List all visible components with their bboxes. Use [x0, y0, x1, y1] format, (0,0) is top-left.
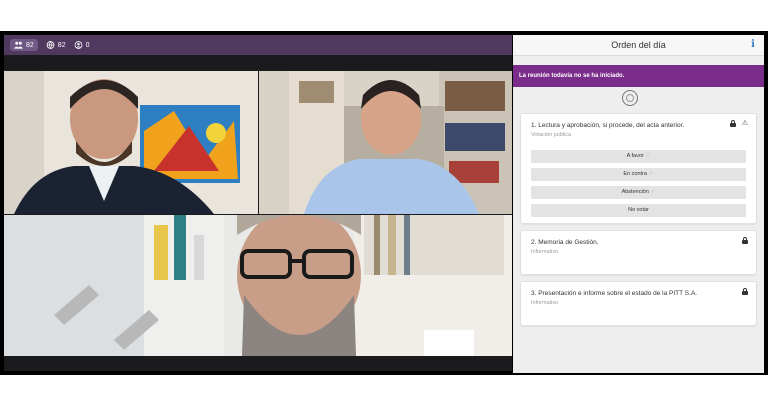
participants-counter[interactable]: 82	[10, 39, 38, 51]
agenda-item-3-icons	[742, 288, 748, 295]
agenda-item-1[interactable]: ⚠ 1. Lectura y aprobación, si procede, d…	[520, 113, 757, 224]
check-icon: ✓	[650, 189, 656, 195]
video-grid	[4, 71, 512, 371]
agenda-header: Orden del día i	[513, 35, 764, 56]
vote-in-favor-button[interactable]: A favor ✓	[531, 150, 746, 163]
globe-icon	[46, 41, 55, 49]
agenda-item-type: Informativo	[531, 249, 559, 255]
lock-icon	[729, 120, 736, 127]
vote-no-vote-button[interactable]: No votar	[531, 204, 746, 217]
video-area: 82 82 0	[4, 35, 512, 371]
warning-icon: ⚠	[741, 120, 748, 127]
organization-logo	[513, 87, 764, 109]
agenda-item-title: 3. Presentación e informe sobre el estad…	[531, 290, 698, 297]
meeting-topbar: 82 82 0	[4, 35, 512, 55]
check-icon: ✓	[645, 153, 651, 159]
vote-abstain-button[interactable]: Abstención ✓	[531, 186, 746, 199]
guests-count: 0	[85, 41, 90, 49]
meeting-status-banner: La reunión todavía no se ha iniciado.	[513, 65, 764, 87]
logo-seal-icon	[622, 90, 638, 106]
agenda-item-type: Informativo	[531, 300, 559, 306]
agenda-panel: Orden del día i La reunión todavía no se…	[513, 35, 764, 373]
vote-abstain-label: Abstención	[621, 189, 649, 195]
connected-counter[interactable]: 82	[46, 41, 66, 49]
vote-no-vote-label: No votar	[628, 207, 649, 213]
vote-against-label: En contra	[623, 171, 647, 177]
agenda-item-3[interactable]: 3. Presentación e informe sobre el estad…	[520, 281, 757, 326]
video-tile-participant-2[interactable]	[259, 71, 512, 214]
agenda-item-2[interactable]: 2. Memoria de Gestión. Informativo	[520, 230, 757, 275]
vote-against-button[interactable]: En contra ✓	[531, 168, 746, 181]
check-icon: ✓	[648, 171, 654, 177]
connected-count: 82	[57, 41, 66, 49]
info-icon[interactable]: i	[748, 39, 758, 51]
guest-icon	[74, 41, 82, 49]
lock-icon	[742, 288, 748, 295]
agenda-item-1-icons: ⚠	[729, 120, 748, 127]
agenda-item-2-icons	[742, 237, 748, 244]
vote-in-favor-label: A favor	[626, 153, 644, 159]
meeting-status-text: La reunión todavía no se ha iniciado.	[519, 73, 625, 79]
meeting-window: 82 82 0 Orden del día i La reunión todav…	[0, 31, 768, 375]
agenda-item-type: Votación pública	[531, 132, 572, 138]
agenda-item-title: 2. Memoria de Gestión.	[531, 239, 599, 246]
guests-counter[interactable]: 0	[74, 41, 90, 49]
video-tile-participant-1[interactable]	[4, 71, 258, 214]
agenda-title: Orden del día	[611, 40, 666, 50]
vote-options: A favor ✓ En contra ✓ Abstención ✓ No votar	[531, 150, 746, 217]
people-icon	[14, 41, 23, 49]
video-tile-participant-3[interactable]	[4, 215, 512, 356]
participants-count: 82	[26, 41, 34, 49]
lock-icon	[742, 237, 748, 244]
agenda-item-title: 1. Lectura y aprobación, si procede, del…	[531, 122, 685, 129]
